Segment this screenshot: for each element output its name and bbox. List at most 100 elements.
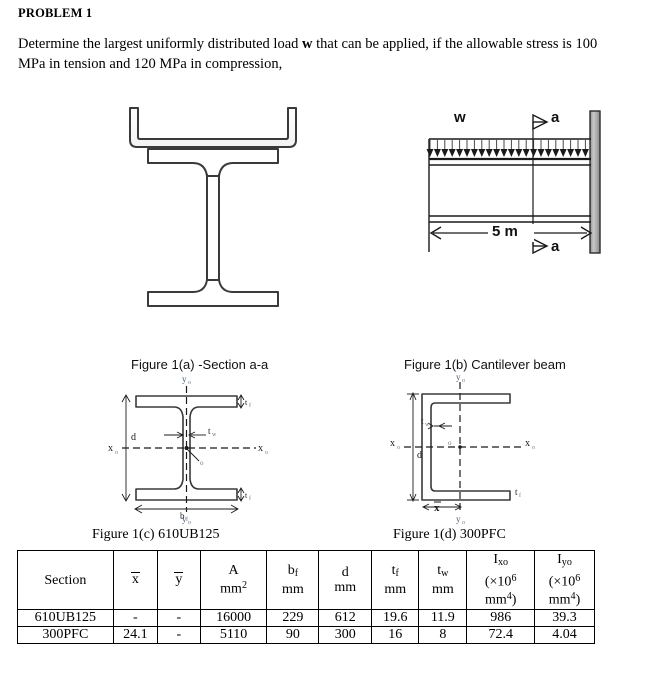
ub-axis-y-top-label: y <box>182 374 187 384</box>
ub-centroid-label: o <box>200 459 204 467</box>
header-ixo-unit-1: (×106 <box>467 571 534 590</box>
cell-ybar: - <box>156 609 201 627</box>
pfc-depth-label: d <box>417 450 422 461</box>
ub-axis-y-top-sub: o <box>188 380 191 386</box>
header-ixo-unit-mm: mm <box>484 592 507 608</box>
ub-tf-top-label: t <box>245 398 248 407</box>
ub-axis-x-right-sub: o <box>265 450 268 456</box>
cell-tf: 19.6 <box>371 609 420 627</box>
figure-1a-caption: Figure 1(a) -Section a-a <box>131 357 269 372</box>
section-label-a-bottom: a <box>551 238 560 255</box>
header-area-symbol: A <box>228 563 239 579</box>
cell-bf: 229 <box>266 609 320 627</box>
pfc-centroid-label: o <box>448 439 452 447</box>
cell-area: 5110 <box>199 626 268 644</box>
pfc-channel-outline <box>129 107 297 148</box>
cell-d: 300 <box>318 626 373 644</box>
header-tw-symbol: tw <box>419 563 466 581</box>
header-tw-unit: mm <box>431 581 454 597</box>
header-iyo-unit-close: ) <box>575 592 581 608</box>
pfc-xbar-label: x <box>434 502 440 514</box>
header-area-unit-text: mm <box>220 581 242 597</box>
header-tf: tf mm <box>371 550 420 610</box>
load-label-w: w <box>454 109 466 126</box>
pfc-section-drawing: x o x o y o y o d t w t f x o <box>390 372 535 526</box>
cell-xbar: 24.1 <box>112 626 158 644</box>
table-row: 610UB125 - - 16000 229 612 19.6 11.9 986… <box>17 609 595 627</box>
ub-axis-x-left-label: x <box>108 443 113 454</box>
header-iyo-unit-prefix: (×10 <box>548 574 576 590</box>
header-iyo: Iyo (×106 mm4) <box>534 550 595 610</box>
cell-ybar: - <box>156 626 201 644</box>
cell-section: 610UB125 <box>17 609 114 627</box>
header-tw: tw mm <box>418 550 468 610</box>
figure-1b-caption: Figure 1(b) Cantilever beam <box>404 357 566 372</box>
header-bf-symbol: bf <box>267 563 318 581</box>
header-ixo-symbol: Ixo <box>467 552 534 570</box>
pfc-tf-sub: f <box>519 492 521 499</box>
header-iyo-unit-exp: 6 <box>575 572 581 584</box>
header-iyo-subscript: yo <box>561 557 572 569</box>
statement-text-before: Determine the largest uniformly distribu… <box>18 36 303 52</box>
composite-section-figure <box>118 100 318 340</box>
header-tw-subscript: w <box>441 568 449 580</box>
header-ixo-subscript: xo <box>497 557 509 569</box>
header-bf-letter: b <box>287 563 295 579</box>
distributed-load-arrowheads <box>426 149 589 157</box>
header-iyo-unit-1: (×106 <box>535 571 594 590</box>
header-tf-subscript: f <box>395 568 399 580</box>
pfc-axis-x-left-label: x <box>390 438 395 449</box>
header-tf-unit: mm <box>384 581 407 597</box>
header-iyo-unit-2: mm4) <box>535 589 594 608</box>
header-bf-subscript: f <box>294 568 299 580</box>
ub-web <box>206 174 220 292</box>
header-iyo-symbol: Iyo <box>535 552 594 570</box>
header-area: A mm2 <box>199 550 268 610</box>
header-bf-unit: mm <box>282 581 304 597</box>
cell-ixo: 986 <box>466 609 535 627</box>
header-ybar: y <box>156 550 201 610</box>
ub-section-drawing: x o x o y o y o d b f t f t f t w o <box>108 374 268 526</box>
figure-1d-caption: Figure 1(d) 300PFC <box>393 527 506 542</box>
load-symbol-inline: w <box>302 36 313 52</box>
section-label-a-top: a <box>551 109 560 126</box>
cantilever-beam-figure: w a a 5 m <box>400 100 672 280</box>
pfc-axis-y-top-sub: o <box>462 378 465 384</box>
cell-tf: 16 <box>371 626 420 644</box>
cell-iyo: 39.3 <box>534 609 595 627</box>
ub-tf-top-sub: f <box>249 402 251 409</box>
pfc-tw-sub: w <box>425 422 430 428</box>
header-xbar-text: x <box>130 572 140 588</box>
page-title: PROBLEM 1 <box>18 6 93 20</box>
header-ixo-unit-exp: 6 <box>511 572 517 584</box>
ub-flange-width-label: b <box>180 511 185 521</box>
pfc-axis-x-right-sub: o <box>532 445 535 451</box>
cell-tw: 8 <box>418 626 468 644</box>
cell-tw: 11.9 <box>418 609 468 627</box>
cell-xbar: - <box>112 609 158 627</box>
pfc-axis-x-right-label: x <box>525 438 530 449</box>
ub-top-flange <box>147 148 279 177</box>
problem-statement: Determine the largest uniformly distribu… <box>18 34 618 74</box>
header-d: d mm <box>318 550 373 610</box>
ub-axis-y-bottom-sub: o <box>188 520 191 524</box>
pfc-axis-x-left-sub: o <box>397 445 400 451</box>
distributed-load-arrows <box>429 139 586 150</box>
pfc-axis-y-bottom-label: y <box>456 514 461 524</box>
section-properties-table: Section x y A mm2 bf mm d mm tf mm tw mm… <box>17 550 595 644</box>
ub-bottom-flange <box>147 279 279 307</box>
header-iyo-unit-mm: mm <box>548 592 571 608</box>
span-label: 5 m <box>492 223 518 240</box>
pfc-axis-y-top-label: y <box>456 372 461 382</box>
ub-axis-x-right-label: x <box>258 443 263 454</box>
table-header-row: Section x y A mm2 bf mm d mm tf mm tw mm… <box>17 550 595 610</box>
table-row: 300PFC 24.1 - 5110 90 300 16 8 72.4 4.04 <box>17 626 595 644</box>
ub-tw-label: t <box>208 426 211 436</box>
header-xbar: x <box>112 550 158 610</box>
cell-area: 16000 <box>199 609 268 627</box>
cell-section: 300PFC <box>17 626 114 644</box>
header-ixo-unit-2: mm4) <box>467 589 534 608</box>
header-ixo: Ixo (×106 mm4) <box>466 550 535 610</box>
header-section: Section <box>17 550 114 610</box>
pfc-section-figure: x o x o y o y o d t w t f x o <box>382 372 554 526</box>
